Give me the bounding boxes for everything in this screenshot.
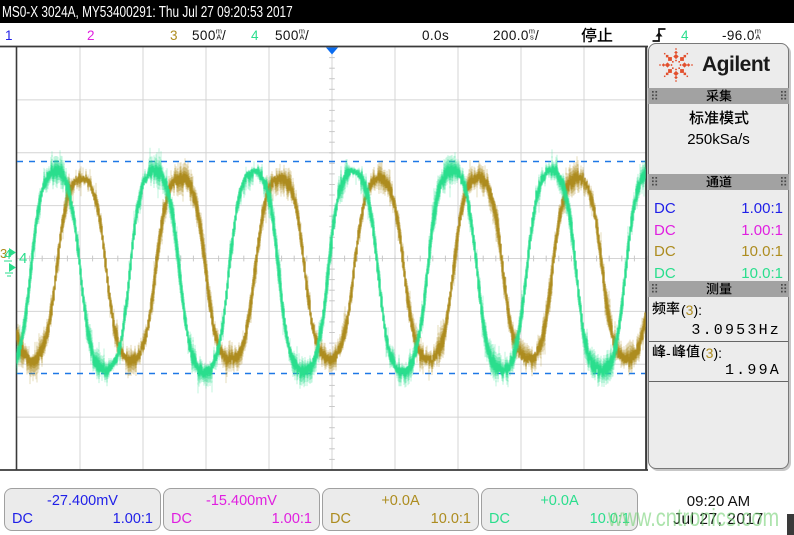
svg-text:4: 4 (19, 250, 27, 267)
